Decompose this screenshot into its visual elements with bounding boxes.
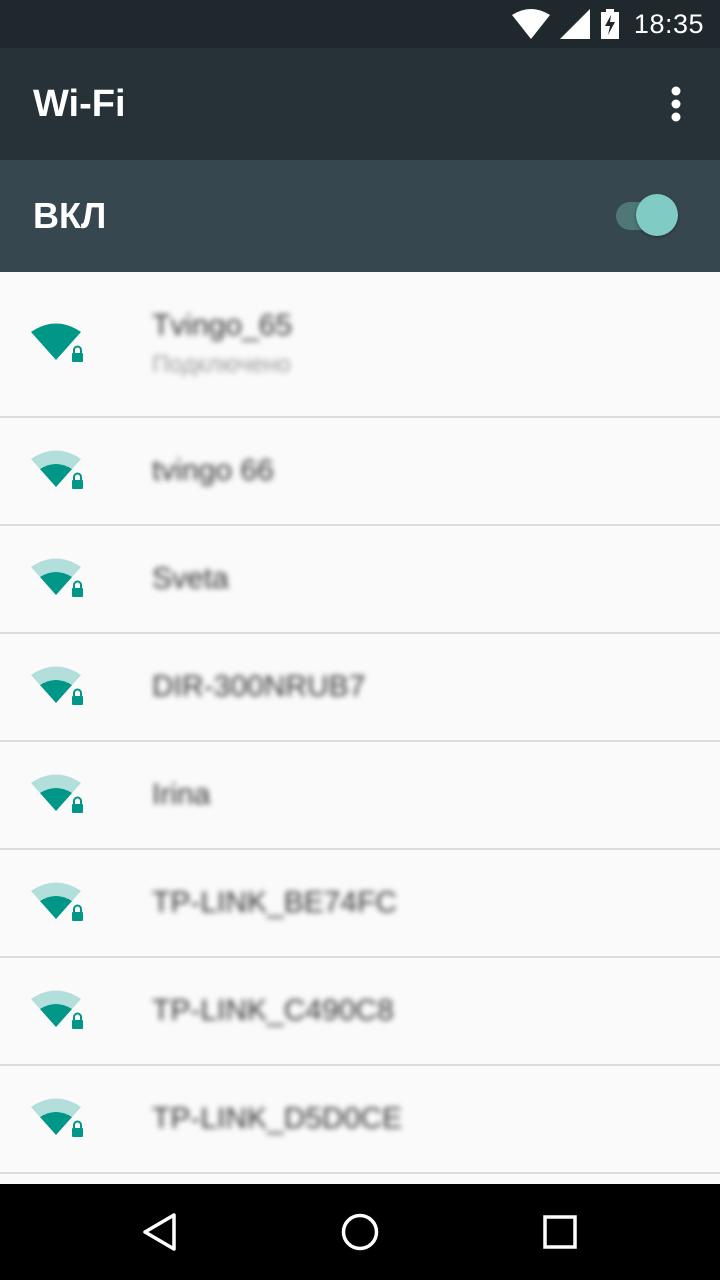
wifi-medium-locked-icon <box>31 990 83 1029</box>
network-name: Tvingo_65 <box>152 309 293 342</box>
status-time: 18:35 <box>633 8 704 39</box>
app-bar: Wi-Fi <box>0 48 720 160</box>
wifi-signal-icon <box>511 9 550 39</box>
network-row[interactable]: TP-LINK_BE74FC <box>0 850 720 958</box>
wifi-full-locked-icon <box>31 323 83 362</box>
network-row[interactable]: Sveta <box>0 526 720 634</box>
battery-charging-icon <box>600 9 619 39</box>
network-name: TP-LINK_D5D0CE <box>152 1102 403 1135</box>
wifi-medium-locked-icon <box>31 666 83 705</box>
network-status: Подключено <box>152 351 291 378</box>
network-row[interactable]: TP-LINK_D5D0CE <box>0 1066 720 1174</box>
wifi-medium-locked-icon <box>31 558 83 597</box>
network-list: Tvingo_65 Подключено tvingo 66 Sveta DIR… <box>0 272 720 1174</box>
wifi-medium-locked-icon <box>31 774 83 813</box>
overflow-menu-icon <box>671 86 681 122</box>
network-row[interactable]: Tvingo_65 Подключено <box>0 272 720 418</box>
wifi-medium-locked-icon <box>31 1098 83 1137</box>
cell-signal-icon <box>559 9 590 39</box>
network-name: TP-LINK_BE74FC <box>152 886 398 919</box>
wifi-medium-locked-icon <box>31 882 83 921</box>
network-row[interactable]: tvingo 66 <box>0 418 720 526</box>
home-button[interactable] <box>300 1184 420 1280</box>
network-name: DIR-300NRUB7 <box>152 670 366 703</box>
network-name: tvingo 66 <box>152 454 274 487</box>
page-title: Wi-Fi <box>33 82 126 125</box>
wifi-toggle-switch[interactable] <box>610 191 682 241</box>
back-button[interactable] <box>100 1184 220 1280</box>
back-icon <box>143 1213 176 1251</box>
home-icon <box>341 1213 379 1251</box>
navigation-bar <box>0 1184 720 1280</box>
recents-button[interactable] <box>500 1184 620 1280</box>
wifi-switch-bar[interactable]: ВКЛ <box>0 160 720 272</box>
wifi-switch-label: ВКЛ <box>33 195 107 236</box>
network-name: TP-LINK_C490C8 <box>152 994 394 1027</box>
network-row[interactable]: TP-LINK_C490C8 <box>0 958 720 1066</box>
status-bar: 18:35 <box>0 0 720 48</box>
network-row[interactable]: DIR-300NRUB7 <box>0 634 720 742</box>
network-row[interactable]: Irina <box>0 742 720 850</box>
recents-icon <box>543 1215 577 1249</box>
network-name: Irina <box>152 778 211 811</box>
wifi-medium-locked-icon <box>31 450 83 489</box>
network-name: Sveta <box>152 562 229 595</box>
overflow-menu-button[interactable] <box>646 64 706 144</box>
toggle-thumb <box>636 194 678 236</box>
